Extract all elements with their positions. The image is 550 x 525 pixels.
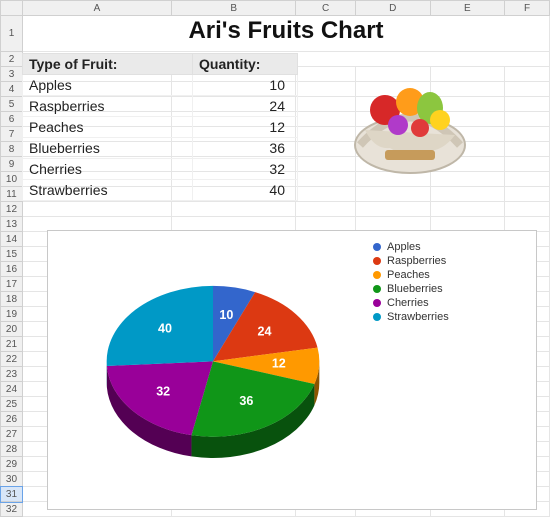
pie-slice-label: 12 [272, 357, 286, 371]
legend-label: Raspberries [387, 255, 446, 267]
row-header[interactable]: 4 [1, 82, 23, 97]
cell-qty[interactable]: 32 [193, 159, 298, 180]
pie-chart[interactable]: 10 24 12 36 32 40 Apples Raspberries Peaches Blu… [47, 230, 537, 510]
row-header[interactable]: 23 [1, 367, 23, 382]
pie-slice-label: 40 [158, 322, 172, 336]
row-header[interactable]: 32 [1, 502, 23, 517]
row-header[interactable]: 10 [1, 172, 23, 187]
fruit-basket-image [330, 50, 490, 175]
cell-qty[interactable]: 36 [193, 138, 298, 159]
row-header[interactable]: 11 [1, 187, 23, 202]
table-row: Blueberries36 [23, 138, 298, 159]
legend-label: Strawberries [387, 311, 449, 323]
cell-fruit[interactable]: Raspberries [23, 96, 193, 117]
table-header-row: Type of Fruit: Quantity: [23, 54, 298, 75]
row-header[interactable]: 29 [1, 457, 23, 472]
row-header[interactable]: 8 [1, 142, 23, 157]
legend-label: Cherries [387, 297, 429, 309]
row-header[interactable]: 21 [1, 337, 23, 352]
table-row: Apples10 [23, 75, 298, 96]
cell-fruit[interactable]: Strawberries [23, 180, 193, 201]
cell-fruit[interactable]: Blueberries [23, 138, 193, 159]
legend-label: Apples [387, 241, 421, 253]
legend-item[interactable]: Blueberries [373, 283, 449, 295]
table-row: Raspberries24 [23, 96, 298, 117]
legend-item[interactable]: Apples [373, 241, 449, 253]
row-header[interactable]: 27 [1, 427, 23, 442]
row-header[interactable]: 24 [1, 382, 23, 397]
row-header[interactable]: 14 [1, 232, 23, 247]
row-header[interactable]: 15 [1, 247, 23, 262]
row-header[interactable]: 30 [1, 472, 23, 487]
pie-slice-label: 32 [156, 384, 170, 398]
pie-slice-label: 10 [219, 308, 233, 322]
row-header[interactable]: 5 [1, 97, 23, 112]
row-header[interactable]: 20 [1, 322, 23, 337]
row-header[interactable]: 13 [1, 217, 23, 232]
row-header[interactable]: 3 [1, 67, 23, 82]
row-header[interactable]: 25 [1, 397, 23, 412]
page-title: Ari's Fruits Chart [22, 17, 550, 45]
table-row: Peaches12 [23, 117, 298, 138]
cell-qty[interactable]: 10 [193, 75, 298, 96]
cell-fruit[interactable]: Cherries [23, 159, 193, 180]
legend-swatch [373, 271, 381, 279]
row-header[interactable]: 1 [1, 16, 23, 52]
col-header-B[interactable]: B [172, 1, 296, 16]
row-header[interactable]: 26 [1, 412, 23, 427]
select-all-corner[interactable] [1, 1, 23, 16]
legend-swatch [373, 299, 381, 307]
row-header[interactable]: 9 [1, 157, 23, 172]
table-row: Cherries32 [23, 159, 298, 180]
legend-label: Blueberries [387, 283, 443, 295]
chart-legend: Apples Raspberries Peaches Blueberries Cherr… [373, 239, 449, 325]
legend-item[interactable]: Strawberries [373, 311, 449, 323]
col-header-A[interactable]: A [22, 1, 171, 16]
row-header[interactable]: 28 [1, 442, 23, 457]
pie-slice-label: 24 [258, 324, 272, 338]
legend-swatch [373, 285, 381, 293]
legend-item[interactable]: Peaches [373, 269, 449, 281]
row-header[interactable]: 7 [1, 127, 23, 142]
pie-slice-label: 36 [239, 394, 253, 408]
row-header[interactable]: 18 [1, 292, 23, 307]
pie-svg: 10 24 12 36 32 40 [68, 241, 358, 501]
cell-fruit[interactable]: Peaches [23, 117, 193, 138]
col-header-D[interactable]: D [356, 1, 431, 16]
row-header-selected[interactable]: 31 [1, 487, 23, 502]
cell-qty[interactable]: 40 [193, 180, 298, 201]
fruits-table[interactable]: Type of Fruit: Quantity: Apples10 Raspbe… [22, 53, 298, 201]
cell-fruit[interactable]: Apples [23, 75, 193, 96]
row-header[interactable]: 12 [1, 202, 23, 217]
legend-swatch [373, 313, 381, 321]
header-fruit: Type of Fruit: [23, 54, 193, 75]
col-header-F[interactable]: F [505, 1, 550, 16]
table-row: Strawberries40 [23, 180, 298, 201]
col-header-E[interactable]: E [430, 1, 505, 16]
row-header[interactable]: 19 [1, 307, 23, 322]
legend-swatch [373, 257, 381, 265]
cell-qty[interactable]: 24 [193, 96, 298, 117]
col-header-C[interactable]: C [296, 1, 356, 16]
cell-qty[interactable]: 12 [193, 117, 298, 138]
row-header[interactable]: 16 [1, 262, 23, 277]
row-header[interactable]: 22 [1, 352, 23, 367]
legend-swatch [373, 243, 381, 251]
legend-label: Peaches [387, 269, 430, 281]
header-qty: Quantity: [193, 54, 298, 75]
legend-item[interactable]: Raspberries [373, 255, 449, 267]
row-header[interactable]: 6 [1, 112, 23, 127]
legend-item[interactable]: Cherries [373, 297, 449, 309]
row-header[interactable]: 2 [1, 52, 23, 67]
row-header[interactable]: 17 [1, 277, 23, 292]
